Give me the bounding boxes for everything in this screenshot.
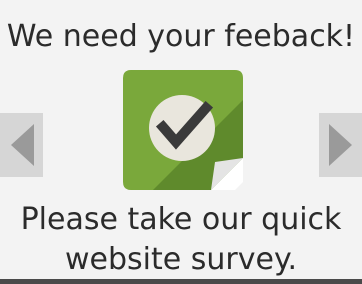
previous-button[interactable]	[0, 113, 43, 177]
survey-message-line-2: website survey.	[65, 242, 297, 277]
survey-message: Please take our quick website survey.	[0, 200, 362, 280]
survey-checkmark-icon	[123, 70, 243, 190]
survey-widget[interactable]: We need your feeback! Please take our qu…	[0, 0, 362, 284]
bottom-divider	[0, 279, 362, 284]
left-arrow-icon	[10, 124, 34, 166]
survey-headline: We need your feeback!	[6, 19, 356, 54]
next-button[interactable]	[319, 113, 362, 177]
right-arrow-icon	[328, 124, 352, 166]
survey-message-line-1: Please take our quick	[20, 202, 342, 237]
